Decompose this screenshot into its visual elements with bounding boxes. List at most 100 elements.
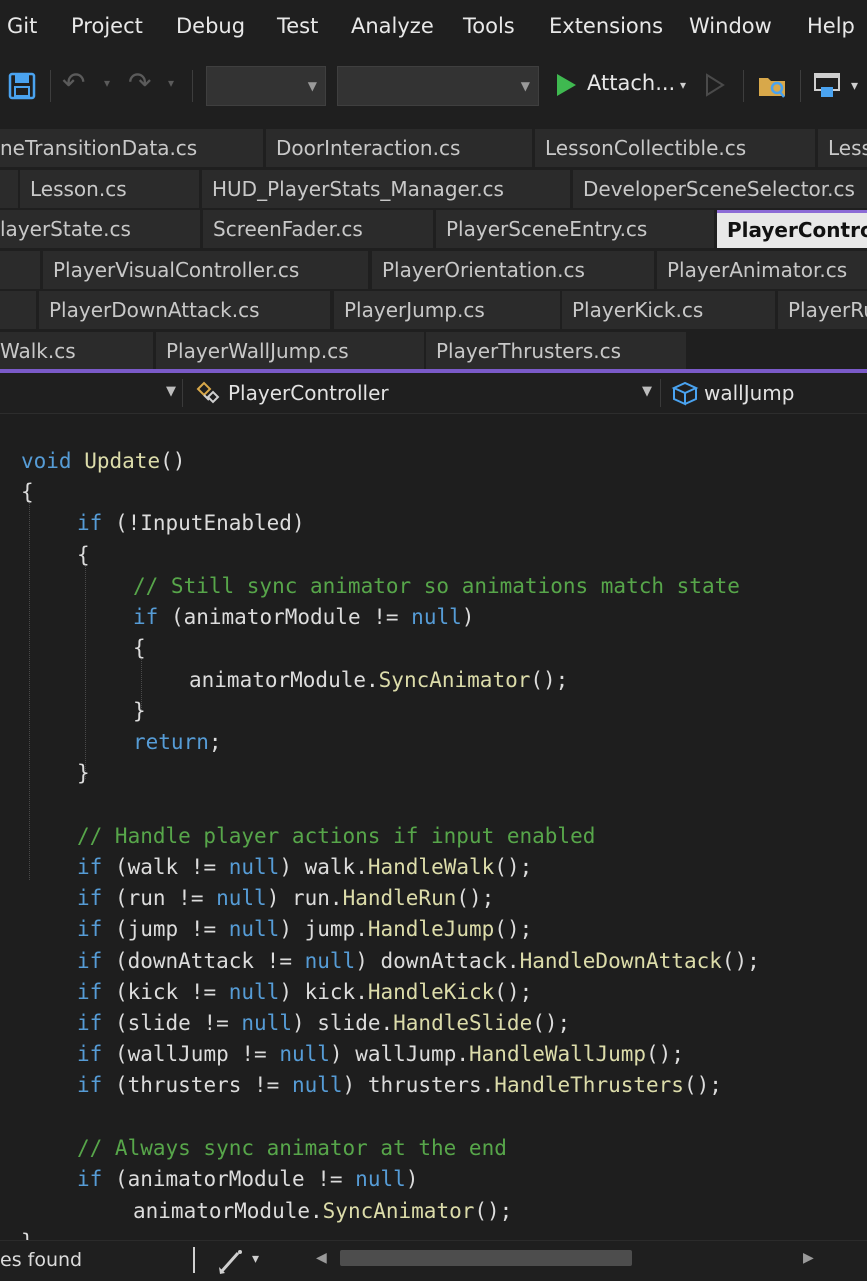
tab-playerdownattack[interactable]: PlayerDownAttack.cs: [39, 291, 330, 329]
window-layout-icon[interactable]: [813, 71, 843, 101]
code-line: }: [133, 699, 146, 723]
customize-dropdown-icon[interactable]: ▾: [851, 78, 858, 94]
tab-label: PlayerThrusters.cs: [436, 339, 622, 363]
code-cleanup-icon[interactable]: [216, 1247, 246, 1275]
toolbar-separator: [800, 70, 801, 102]
tab-partial[interactable]: [0, 170, 18, 208]
tab-playersceneentry[interactable]: PlayerSceneEntry.cs: [436, 210, 714, 248]
tab-playerrun[interactable]: PlayerRu: [778, 291, 867, 329]
scroll-left-icon[interactable]: ◀: [316, 1250, 327, 1266]
tab-label: PlayerOrientation.cs: [382, 258, 585, 282]
undo-icon[interactable]: ↶: [62, 66, 85, 99]
tab-playerjump[interactable]: PlayerJump.cs: [334, 291, 560, 329]
toolbar-separator: [192, 70, 193, 102]
code-line: if (animatorModule != null): [77, 1167, 419, 1191]
cleanup-dropdown-icon[interactable]: ▾: [252, 1251, 259, 1267]
menu-window[interactable]: Window: [689, 14, 772, 38]
tab-playerwalk[interactable]: Walk.cs: [0, 332, 153, 370]
tab-label: Lesson.cs: [30, 177, 127, 201]
configuration-dropdown[interactable]: ▼: [206, 66, 326, 106]
code-line: if (jump != null) jump.HandleJump();: [77, 917, 533, 942]
class-icon: [196, 381, 220, 404]
code-line: if (thrusters != null) thrusters.HandleT…: [77, 1073, 722, 1098]
tab-playervisualcontroller[interactable]: PlayerVisualController.cs: [43, 251, 368, 289]
tab-label: Walk.cs: [0, 339, 76, 363]
folder-search-icon[interactable]: [757, 70, 787, 100]
nav-separator: [182, 379, 183, 407]
status-separator: [193, 1247, 195, 1273]
tab-screenfader[interactable]: ScreenFader.cs: [203, 210, 433, 248]
tab-label: PlayerSceneEntry.cs: [446, 217, 648, 241]
tab-doorinteraction[interactable]: DoorInteraction.cs: [266, 129, 532, 167]
menu-help[interactable]: Help: [807, 14, 855, 38]
code-line: if (slide != null) slide.HandleSlide();: [77, 1011, 571, 1035]
code-line: animatorModule.SyncAnimator();: [133, 1199, 513, 1223]
code-line: if (downAttack != null) downAttack.Handl…: [77, 948, 760, 973]
toolbar: ↶ ▾ ↷ ▾ ▼ ▼ Attach... ▾ ▾: [0, 58, 867, 114]
tab-playerstate[interactable]: layerState.cs: [0, 210, 200, 248]
code-line: if (kick != null) kick.HandleKick();: [77, 979, 533, 1004]
document-tab-well: neTransitionData.cs DoorInteraction.cs L…: [0, 129, 867, 372]
code-line: if (animatorModule != null): [133, 605, 475, 629]
tab-scenetransitiondata[interactable]: neTransitionData.cs: [0, 129, 263, 167]
code-line: {: [133, 636, 146, 660]
menu-extensions[interactable]: Extensions: [549, 14, 663, 38]
menu-tools[interactable]: Tools: [463, 14, 515, 38]
tab-lesson[interactable]: Lesson.cs: [20, 170, 199, 208]
tab-developersceneselector[interactable]: DeveloperSceneSelector.cs: [573, 170, 867, 208]
code-line: {: [77, 543, 90, 567]
tab-playercontroller[interactable]: PlayerControll: [717, 210, 867, 248]
tab-label: DoorInteraction.cs: [276, 136, 461, 160]
redo-icon[interactable]: ↷: [128, 66, 151, 99]
tab-label: PlayerKick.cs: [572, 298, 704, 322]
tab-partial[interactable]: [0, 291, 36, 329]
indent-guide: [29, 500, 30, 880]
tab-label: Less: [828, 136, 867, 160]
platform-dropdown[interactable]: ▼: [337, 66, 539, 106]
code-editor[interactable]: void Update() { if (!InputEnabled) { // …: [0, 414, 867, 1240]
undo-dropdown-icon[interactable]: ▾: [104, 76, 110, 90]
menu-git[interactable]: Git: [7, 14, 37, 38]
chevron-down-icon: ▼: [520, 79, 530, 93]
play-icon[interactable]: [553, 71, 579, 99]
menu-analyze[interactable]: Analyze: [351, 14, 434, 38]
menu-bar: Git Project Debug Test Analyze Tools Ext…: [0, 0, 867, 58]
tab-playerthrusters[interactable]: PlayerThrusters.cs: [426, 332, 686, 370]
tab-playerwalljump[interactable]: PlayerWallJump.cs: [156, 332, 424, 370]
issues-status-text[interactable]: es found: [0, 1249, 82, 1271]
tab-lessoncollectible[interactable]: LessonCollectible.cs: [535, 129, 815, 167]
code-line: void Update(): [21, 449, 186, 473]
tab-hud-playerstats-manager[interactable]: HUD_PlayerStats_Manager.cs: [202, 170, 570, 208]
project-dropdown-chevron-icon[interactable]: ▼: [166, 384, 176, 399]
horizontal-scrollbar-thumb[interactable]: [340, 1250, 632, 1266]
save-all-icon[interactable]: [8, 72, 36, 100]
type-dropdown-chevron-icon[interactable]: ▼: [642, 384, 652, 399]
tab-playeranimator[interactable]: PlayerAnimator.cs: [657, 251, 867, 289]
attach-dropdown-icon[interactable]: ▾: [680, 78, 686, 92]
tab-less[interactable]: Less: [818, 129, 867, 167]
tab-partial[interactable]: [0, 251, 40, 289]
code-line: animatorModule.SyncAnimator();: [189, 668, 569, 692]
tab-playerorientation[interactable]: PlayerOrientation.cs: [372, 251, 654, 289]
tab-label: layerState.cs: [0, 217, 131, 241]
type-dropdown-label[interactable]: PlayerController: [228, 381, 389, 405]
start-without-debugging-icon[interactable]: [704, 72, 726, 98]
tab-label: neTransitionData.cs: [0, 136, 198, 160]
code-line: if (run != null) run.HandleRun();: [77, 886, 495, 911]
tab-label: DeveloperSceneSelector.cs: [583, 177, 855, 201]
chevron-down-icon: ▼: [307, 79, 317, 93]
toolbar-separator: [743, 70, 744, 102]
scroll-right-icon[interactable]: ▶: [803, 1250, 814, 1266]
tab-label: ScreenFader.cs: [213, 217, 363, 241]
tab-playerkick[interactable]: PlayerKick.cs: [562, 291, 775, 329]
menu-test[interactable]: Test: [277, 14, 318, 38]
redo-dropdown-icon[interactable]: ▾: [168, 76, 174, 90]
menu-project[interactable]: Project: [71, 14, 143, 38]
menu-debug[interactable]: Debug: [176, 14, 245, 38]
code-line: }: [21, 1227, 34, 1240]
code-line: if (wallJump != null) wallJump.HandleWal…: [77, 1042, 684, 1067]
code-comment: // Still sync animator so animations mat…: [133, 574, 740, 598]
attach-button-label[interactable]: Attach...: [587, 71, 675, 95]
member-dropdown-label[interactable]: wallJump: [704, 381, 794, 405]
tab-label: PlayerRu: [788, 298, 867, 322]
